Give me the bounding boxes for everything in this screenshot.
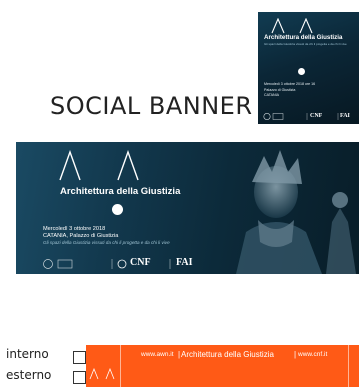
cnf-logo-text: CNF: [310, 113, 323, 119]
statue-image: [236, 150, 356, 274]
banner-title: Architettura della Giustizia: [60, 186, 181, 197]
strip-divider: [348, 345, 349, 367]
strip-separator: |: [294, 350, 297, 359]
strip-separator: |: [178, 350, 181, 359]
section-heading: SOCIAL BANNER: [50, 92, 253, 120]
banner-tagline: Gli spazi della Giustizia vissuti da chi…: [264, 42, 347, 46]
strip-divider: [120, 345, 121, 367]
cnappc-logo: [272, 113, 284, 120]
external-email-strip: [86, 367, 359, 387]
strip-left-url[interactable]: www.awn.it: [141, 351, 174, 358]
checkbox-interno[interactable]: [73, 351, 86, 364]
white-dot-icon: [298, 68, 305, 75]
strip-divider: [348, 367, 349, 387]
banner-title: Architettura della Giustizia: [264, 34, 343, 41]
banner-city: CATANIA: [264, 93, 280, 97]
checkbox-esterno[interactable]: [73, 371, 86, 384]
emblem-icon: [43, 259, 53, 269]
strip-right-url[interactable]: www.cnf.it: [298, 351, 327, 358]
emblem-icon: [263, 112, 271, 121]
strip-title: Architettura della Giustizia: [181, 350, 274, 359]
cnf-logo-text: CNF: [130, 257, 151, 268]
aa-logo: [59, 150, 139, 181]
banner-date: Mercoledì 3 ottobre 2018 ore 16: [264, 82, 316, 86]
row-label-interno: interno: [6, 347, 49, 361]
cnappc-logo: [57, 259, 73, 269]
aa-logo: [89, 368, 115, 380]
row-label-esterno: esterno: [6, 368, 52, 382]
aa-logo: [271, 18, 313, 34]
banner-tagline: Gli spazi della Giustizia vissuti da chi…: [43, 240, 170, 245]
banner-place: CATANIA, Palazzo di Giustizia: [43, 233, 119, 239]
square-social-banner: Architettura della Giustizia Gli spazi d…: [258, 12, 359, 124]
banner-place: Palazzo di Giustizia: [264, 88, 296, 92]
fai-logo-text: FAI: [176, 257, 193, 268]
cnf-emblem-icon: [117, 259, 127, 269]
banner-date: Mercoledì 3 ottobre 2018: [43, 226, 106, 232]
white-dot-icon: [112, 204, 123, 215]
wide-social-banner: Architettura della Giustizia Mercoledì 3…: [16, 142, 359, 274]
fai-logo-text: FAI: [340, 113, 350, 119]
